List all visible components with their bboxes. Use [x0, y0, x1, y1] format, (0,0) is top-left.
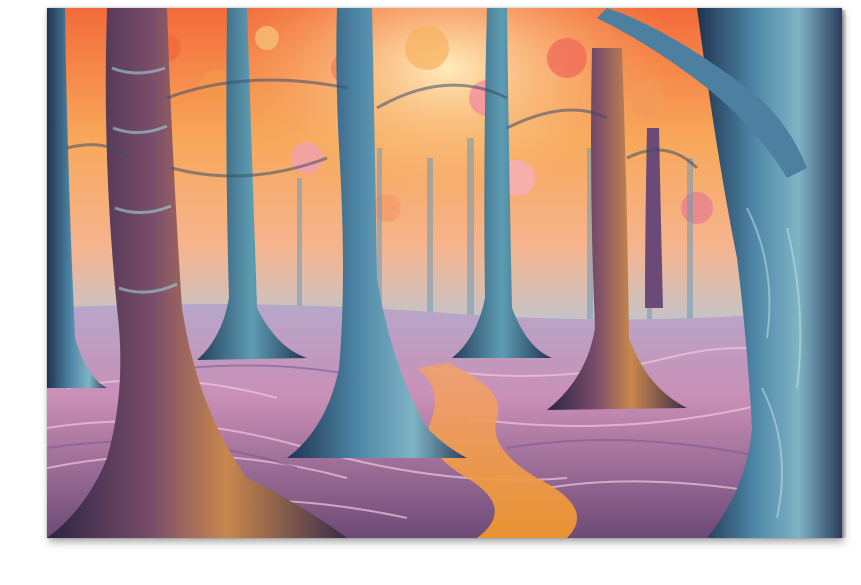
- canvas-print-image: [47, 8, 842, 538]
- canvas-side-edge: [842, 10, 846, 538]
- forest-painting: [47, 8, 842, 538]
- product-preview: [0, 0, 861, 585]
